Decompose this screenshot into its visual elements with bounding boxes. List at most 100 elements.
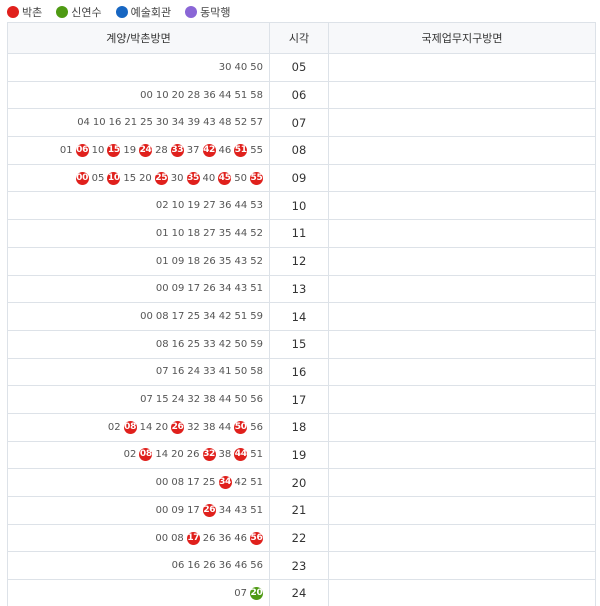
departure-minute: 58 — [250, 366, 263, 378]
departure-minute: 10 — [155, 89, 169, 101]
departure-minute: 08 — [171, 477, 185, 489]
international-business-district-cell — [328, 274, 596, 304]
departure-minute-red-badge: 51 — [234, 143, 248, 157]
international-business-district-cell — [328, 496, 596, 525]
departure-minutes-cell: 07 15 24 32 38 44 50 56 — [7, 385, 270, 414]
hour-cell: 12 — [269, 246, 329, 276]
departure-minute: 26 — [203, 283, 216, 295]
departure-minute: 00 — [155, 283, 169, 295]
departure-minutes-cell: 01 09 18 26 35 43 52 — [7, 246, 270, 276]
departure-minutes-cell: 02 08 14 20 26 32 38 44 50 56 — [7, 412, 270, 442]
departure-minute: 33 — [203, 366, 216, 378]
hour-cell: 13 — [269, 274, 329, 304]
departure-minute: 16 — [108, 117, 122, 129]
departure-minute: 44 — [234, 227, 248, 239]
departure-minute: 36 — [203, 89, 216, 101]
departure-minutes-cell: 01 06 10 15 19 24 28 33 37 42 46 51 55 — [7, 136, 270, 165]
departure-minute: 16 — [171, 366, 185, 378]
departure-minute: 50 — [234, 338, 248, 350]
departure-minute: 09 — [171, 283, 185, 295]
departure-minute: 00 — [155, 504, 169, 516]
departure-minute-red-badge: 55 — [250, 171, 263, 185]
departure-minute: 43 — [234, 283, 248, 295]
hour-cell: 22 — [269, 523, 329, 553]
departure-minute: 51 — [234, 311, 248, 323]
departure-minute: 01 — [59, 144, 73, 156]
international-business-district-cell — [328, 219, 596, 248]
departure-minute: 30 — [170, 172, 184, 184]
departure-minute-red-badge: 15 — [107, 143, 121, 157]
departure-minute: 43 — [234, 504, 248, 516]
hour-cell: 08 — [269, 136, 329, 165]
departure-minute: 01 — [155, 227, 169, 239]
legend-label: 예술회관 — [130, 6, 172, 19]
departure-minute: 51 — [250, 283, 263, 295]
departure-minute: 16 — [187, 560, 201, 572]
departure-minutes-cell: 02 10 19 27 36 44 53 — [7, 191, 270, 221]
departure-minute: 30 — [218, 61, 232, 73]
hour-cell: 19 — [269, 440, 329, 470]
departure-minute: 56 — [250, 394, 263, 406]
table-row: 00 08 17 25 34 42 51 59 14 — [7, 302, 596, 331]
departure-minute-red-badge: 08 — [139, 448, 153, 462]
departure-minute: 25 — [187, 311, 201, 323]
hour-cell: 21 — [269, 496, 329, 525]
departure-minute: 16 — [171, 338, 185, 350]
departure-minute: 14 — [139, 421, 153, 433]
departure-minute: 26 — [203, 255, 216, 267]
legend-label: 박촌 — [22, 6, 43, 19]
departure-minute: 17 — [187, 504, 200, 516]
hour-cell: 15 — [269, 329, 329, 359]
international-business-district-cell — [328, 108, 596, 138]
hour-cell: 14 — [269, 302, 329, 331]
departure-minute: 44 — [234, 200, 248, 212]
departure-minute: 44 — [218, 421, 232, 433]
departure-minute: 09 — [171, 255, 185, 267]
departure-minute-red-badge: 06 — [75, 143, 89, 157]
departure-minutes-cell: 00 10 20 28 36 44 51 58 — [7, 80, 270, 110]
departure-minute: 57 — [250, 117, 263, 129]
departure-minute: 20 — [171, 89, 185, 101]
international-business-district-cell — [328, 385, 596, 414]
hour-cell: 20 — [269, 468, 329, 497]
green-dot-icon — [56, 6, 69, 18]
table-row: 08 16 25 33 42 50 59 15 — [7, 329, 596, 359]
header-international-business-district: 국제업무지구방면 — [328, 22, 596, 54]
international-business-district-cell — [328, 163, 596, 193]
departure-minute: 17 — [171, 311, 185, 323]
timetable-body: 30 40 50 05 00 10 20 28 36 44 51 58 06 04 10 16 21 25 30 34… — [7, 53, 596, 606]
table-row: 01 10 18 27 35 44 52 11 — [7, 219, 596, 248]
departure-minute: 08 — [171, 532, 184, 544]
departure-minute: 48 — [218, 117, 232, 129]
timetable: 계양/박촌방면 시각 국제업무지구방면 30 40 50 05 00 10 20 28 36 44… — [7, 22, 596, 606]
departure-minute-red-badge: 35 — [186, 171, 200, 185]
departure-minute: 06 — [171, 560, 185, 572]
departure-minute: 25 — [202, 477, 216, 489]
departure-minute: 59 — [250, 311, 263, 323]
departure-minute: 52 — [250, 227, 263, 239]
departure-minute: 56 — [250, 560, 263, 572]
departure-minute: 17 — [187, 283, 201, 295]
table-row: 07 16 24 33 41 50 58 16 — [7, 357, 596, 387]
departure-minute: 52 — [234, 117, 248, 129]
departure-minute: 32 — [187, 394, 201, 406]
departure-minute: 44 — [218, 394, 232, 406]
departure-minute: 56 — [250, 421, 263, 433]
departure-minute: 44 — [218, 89, 232, 101]
header-time: 시각 — [269, 22, 329, 54]
departure-minutes-cell: 02 08 14 20 26 32 38 44 51 — [7, 440, 270, 470]
departure-minutes-cell: 00 05 10 15 20 25 30 35 40 45 50 55 — [7, 163, 270, 193]
departure-minute-red-badge: 50 — [234, 420, 248, 434]
international-business-district-cell — [328, 302, 596, 331]
international-business-district-cell — [328, 412, 596, 442]
departure-minutes-cell: 00 09 17 26 34 43 51 — [7, 274, 270, 304]
departure-minute: 18 — [187, 227, 201, 239]
hour-cell: 11 — [269, 219, 329, 248]
departure-minute: 00 — [155, 532, 169, 544]
hour-cell: 09 — [269, 163, 329, 193]
departure-minute: 37 — [186, 144, 200, 156]
legend-item-dongmak: 동막행 — [185, 4, 230, 20]
departure-minute: 05 — [91, 172, 105, 184]
departure-minute: 27 — [203, 227, 216, 239]
departure-minutes-cell: 00 08 17 25 34 42 51 59 — [7, 302, 270, 331]
